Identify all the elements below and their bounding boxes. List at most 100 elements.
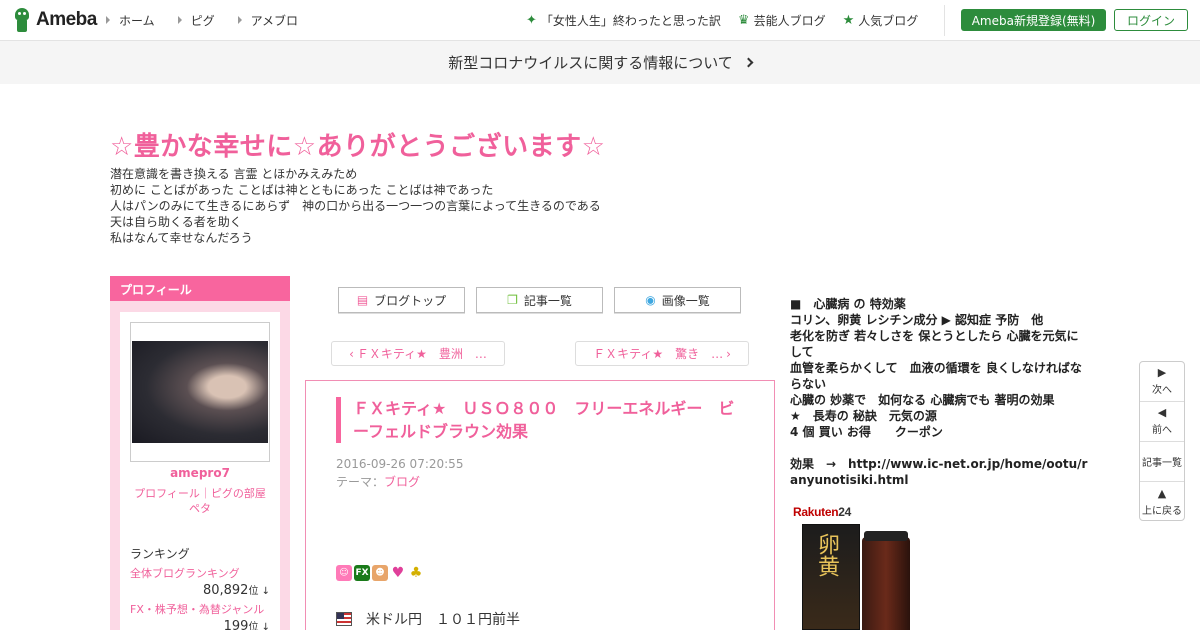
sidebar-text-line: ■ 心臓病 の 特効薬 [790,297,906,311]
nav-pigg-label: ピグ [190,13,215,28]
register-button[interactable]: Ameba新規登録(無料) [961,9,1106,31]
nav-home[interactable]: ホーム [106,12,155,29]
peta-link[interactable]: ペタ [120,501,280,516]
nav-pigg[interactable]: ピグ [177,12,215,29]
promo-link-celebrity[interactable]: ♛ 芸能人ブログ [738,12,826,29]
profile-panel: プロフィール amepro7 プロフィール｜ピグの部屋 ペタ ランキング 全体ブ… [110,276,290,630]
blog-title[interactable]: ☆豊かな幸せに☆ありがとうございます☆ [110,126,605,163]
blog-description-line: 天は自ら助くる者を助く [110,215,242,229]
entry-title[interactable]: ＦＸキティ★ ＵＳＯ８００ フリーエネルギー ビーフェルドブラウン効果 [336,397,746,443]
blog-description-line: 私はなんて幸せなんだろう [110,231,253,245]
nav-ameblo[interactable]: アメブロ [237,12,299,29]
sidebar-text-line: コリン、卵黄 レシチン成分 ▶ 認知症 予防 他 [790,313,1044,327]
sidebar-text-line: 心臓の 妙薬で 如何なる 心臓病でも 著明の効果 [790,393,1055,407]
ameba-mascot-icon [12,8,32,32]
side-prev-label: 前へ [1152,425,1172,436]
prev-entry-link[interactable]: ‹ ＦＸキティ★ 豊洲 … [331,341,505,366]
ranking-genre-value: 199位 ↓ [224,618,270,630]
profile-heading: プロフィール [110,276,290,301]
logo-text: Ameba [36,9,97,30]
copy-icon: ❐ [507,293,518,307]
sidebar-text-line: ★ 長寿の 秘訣 元気の源 [790,409,937,423]
sidebar-text-line: 老化を防ぎ 若々しさを 保とうとしたら 心臓を元気にして [790,329,1079,359]
rakuten-number: 24 [838,505,851,519]
chevron-left-icon: ‹ [349,346,354,361]
triangle-icon [177,16,182,24]
usd-line-text: 米ドル円 １０１円前半 [366,612,520,628]
ad-product-box[interactable]: 卵黄 [802,524,860,630]
chevron-right-icon [743,57,754,68]
next-entry-label: ＦＸキティ★ 驚き … [593,347,724,361]
promo-link-popular[interactable]: ★ 人気ブログ [843,12,919,29]
image-list-button[interactable]: ◉ 画像一覧 [614,287,741,313]
back-icon: ◀ [1157,406,1167,419]
blog-description-line: 初めに ことばがあった ことばは神とともにあった ことばは神であった [110,183,494,197]
play-icon: ▶ [1157,366,1167,379]
ad-product-bottle[interactable] [862,531,910,630]
chevron-right-icon: › [726,346,731,361]
theme-link[interactable]: ブログ [384,475,420,489]
sidebar-free-text: ■ 心臓病 の 特効薬 コリン、卵黄 レシチン成分 ▶ 認知症 予防 他 老化を… [790,296,1090,488]
blog-description-line: 潜在意識を書き換える 言霊 とほかみえみため [110,167,358,181]
blog-top-button[interactable]: ▤ ブログトップ [338,287,465,313]
profile-name[interactable]: amepro7 [120,466,280,480]
ranking-overall-value: 80,892位 ↓ [203,582,270,598]
side-float-nav: ▶ 次へ ◀ 前へ 記事一覧 ▲ 上に戻る [1139,361,1185,521]
global-nav: ホーム ピグ アメブロ [106,0,321,40]
girl-emoji-icon: ☻ [372,565,388,581]
triangle-icon [237,16,242,24]
heart-emoji-icon: ♥ [390,565,406,581]
fx-emoji-icon: FX [354,565,370,581]
sparkle-icon: ✦ [526,12,537,28]
profile-pigg-link[interactable]: プロフィール｜ピグの部屋 [120,486,280,501]
sidebar-text-line: 4 個 買い お得 クーポン [790,425,943,439]
blog-description: 潜在意識を書き換える 言霊 とほかみえみため 初めに ことばがあった ことばは神… [110,166,601,246]
us-flag-icon [336,612,352,626]
up-arrow-icon: ▲ [1157,486,1167,500]
emoji-row: ☺ FX ☻ ♥ ♣ [336,565,426,581]
covid-info-banner[interactable]: 新型コロナウイルスに関する情報について [0,41,1200,84]
pineapple-emoji-icon: ♣ [408,565,424,581]
nav-ameblo-label: アメブロ [250,13,299,28]
sidebar-text-line: 血管を柔らかくして 血液の循環を 良くしなければならない [790,361,1082,391]
ranking-genre-link[interactable]: FX・株予想・為替ジャンル [130,601,264,617]
document-icon: ▤ [356,293,369,307]
blog-top-label: ブログトップ [374,293,447,308]
side-list-button[interactable]: 記事一覧 [1140,442,1184,482]
side-next-button[interactable]: ▶ 次へ [1140,362,1184,402]
ranking-overall-unit: 位 ↓ [248,586,270,597]
triangle-icon [106,16,110,24]
product-kanji: 卵黄 [814,533,839,577]
usd-line: 米ドル円 １０１円前半 [336,609,520,629]
promo-link-feature[interactable]: ✦ 「女性人生」終わったと思った訳 [526,12,721,29]
prev-entry-label: ＦＸキティ★ 豊洲 … [356,347,487,361]
profile-body: amepro7 プロフィール｜ピグの部屋 ペタ ランキング 全体ブログランキング… [120,312,280,630]
side-prev-button[interactable]: ◀ 前へ [1140,402,1184,442]
rakuten-logo: Rakuten24 [793,505,851,519]
theme-label: テーマ： [336,475,385,489]
ameba-logo[interactable]: Ameba [12,8,97,32]
avatar-photo [132,341,268,443]
login-button[interactable]: ログイン [1114,9,1188,31]
rakuten-brand: Rakuten [793,505,839,519]
image-list-label: 画像一覧 [661,293,710,308]
header-divider [944,5,945,36]
entry-article: ＦＸキティ★ ＵＳＯ８００ フリーエネルギー ビーフェルドブラウン効果 2016… [305,380,775,630]
avatar[interactable] [130,322,270,462]
entry-theme: テーマ：ブログ [336,473,420,490]
side-list-label: 記事一覧 [1142,458,1182,469]
ranking-overall-link[interactable]: 全体ブログランキング [130,565,240,581]
entry-list-button[interactable]: ❐ 記事一覧 [476,287,603,313]
profile-links: プロフィール｜ピグの部屋 ペタ [120,486,280,516]
side-top-button[interactable]: ▲ 上に戻る [1140,482,1184,522]
promo-nav: ✦ 「女性人生」終わったと思った訳 ♛ 芸能人ブログ ★ 人気ブログ [526,0,935,40]
sidebar-url-link[interactable]: 効果 → http://www.ic-net.or.jp/home/ootu/r… [790,456,1090,488]
ranking-overall-number: 80,892 [202,583,249,598]
blog-description-line: 人はパンのみにて生きるにあらず 神の口から出る一つ一つの言葉によって生きるのであ… [110,199,601,213]
crown-icon: ♛ [737,12,750,28]
side-next-label: 次へ [1152,385,1172,396]
ranking-genre-unit: 位 ↓ [248,622,270,630]
next-entry-link[interactable]: ＦＸキティ★ 驚き … › [575,341,749,366]
camera-icon: ◉ [645,293,656,307]
star-icon: ★ [842,12,855,28]
